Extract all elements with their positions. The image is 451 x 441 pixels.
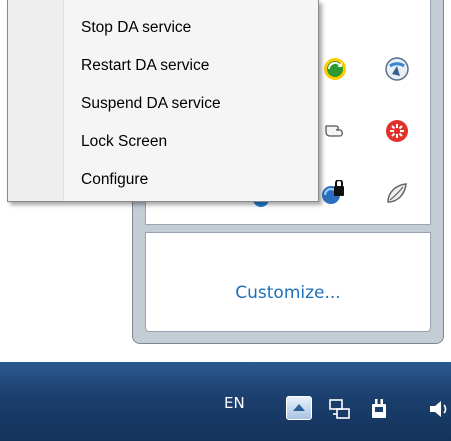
speaker-icon[interactable] (426, 396, 451, 422)
customize-link[interactable]: Customize... (146, 283, 430, 303)
leaf-icon[interactable] (384, 180, 410, 206)
menu-item-lock-screen[interactable]: Lock Screen (9, 126, 317, 158)
lock-network-icon[interactable] (320, 180, 346, 206)
hand-icon[interactable] (322, 118, 348, 144)
menu-item-restart-da-service[interactable]: Restart DA service (9, 50, 317, 82)
language-indicator[interactable]: EN (224, 394, 245, 412)
menu-item-stop-da-service[interactable]: Stop DA service (9, 12, 317, 44)
show-hidden-icons-button[interactable] (286, 396, 312, 420)
network-icon[interactable] (326, 396, 352, 422)
menu-item-suspend-da-service[interactable]: Suspend DA service (9, 88, 317, 120)
taskbar: EN (0, 362, 451, 441)
red-burst-icon[interactable] (384, 118, 410, 144)
context-menu: Stop DA service Restart DA service Suspe… (7, 0, 319, 202)
network-globe-icon[interactable] (384, 56, 410, 82)
menu-item-configure[interactable]: Configure (9, 164, 317, 196)
power-icon[interactable] (366, 396, 392, 422)
flyout-footer: Customize... (145, 232, 431, 332)
green-refresh-icon[interactable] (322, 56, 348, 82)
